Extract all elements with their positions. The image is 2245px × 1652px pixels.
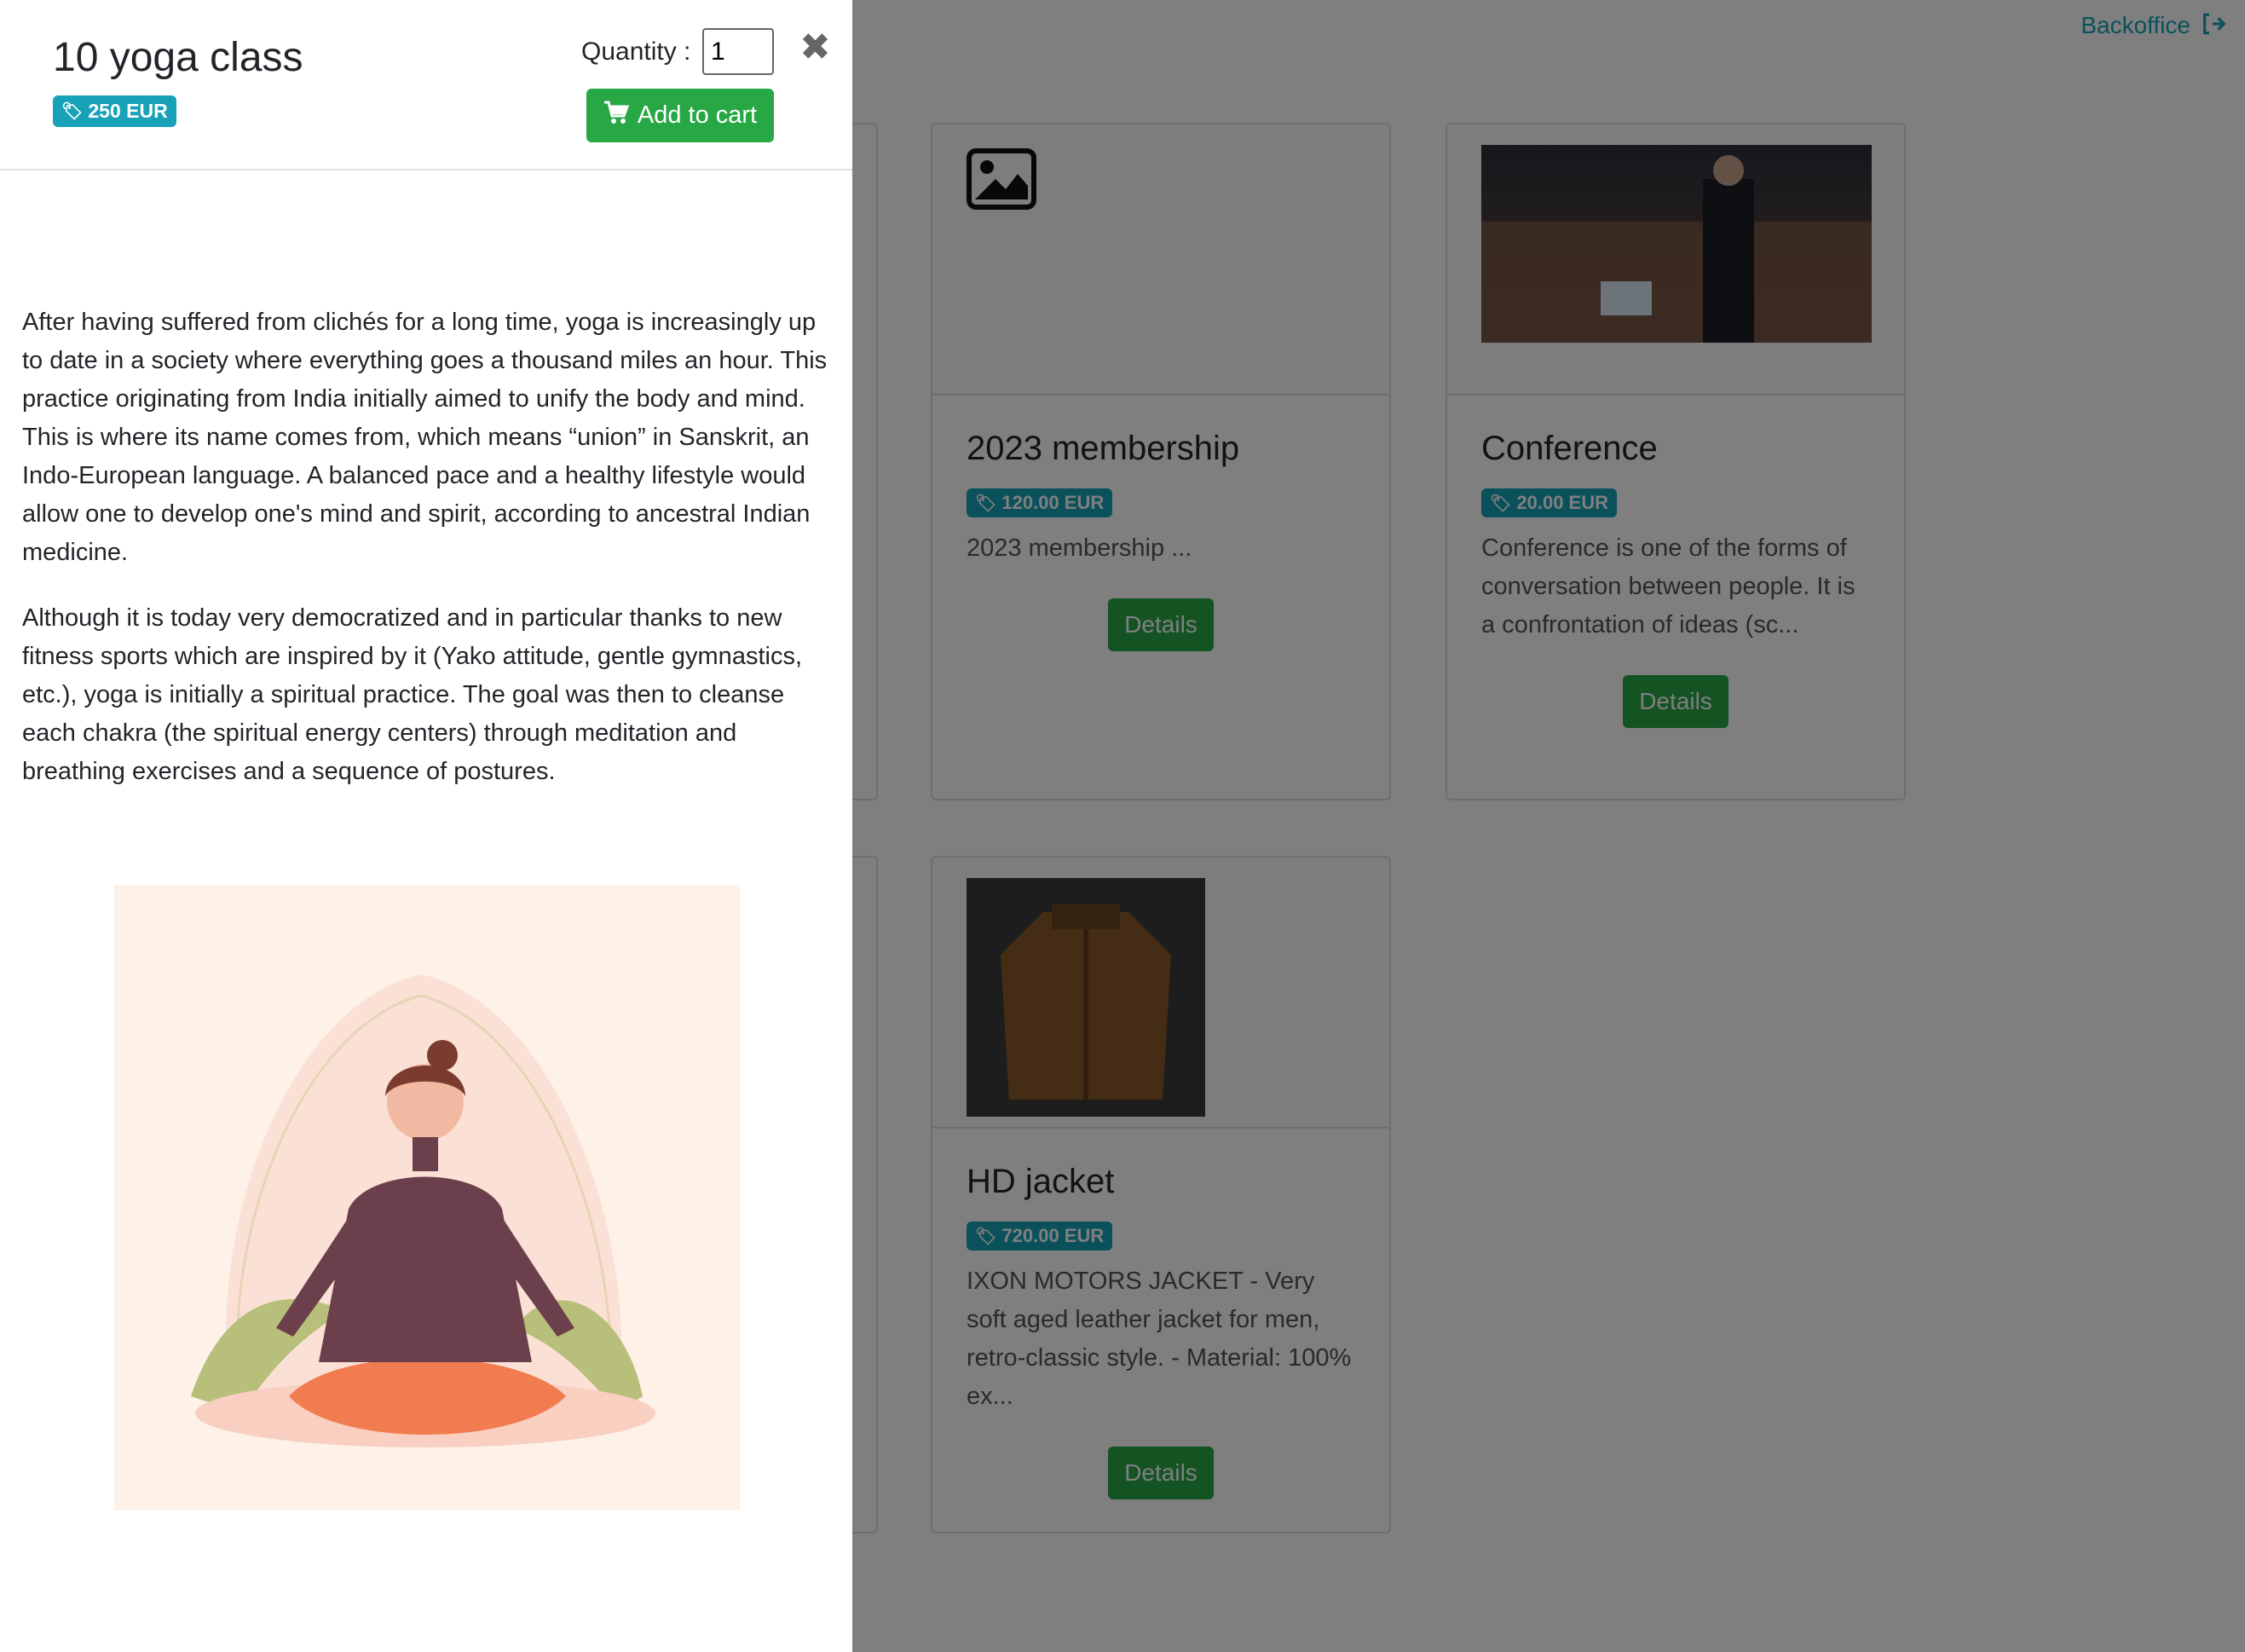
quantity-label: Quantity :	[581, 38, 691, 66]
yoga-meditation-illustration	[114, 885, 740, 1510]
product-title: 10 yoga class	[53, 35, 303, 80]
product-description: After having suffered from clichés for a…	[22, 303, 830, 791]
cart-icon	[603, 101, 630, 131]
panel-header: 10 yoga class 🏷250 EUR Quantity : ✖ Add …	[0, 0, 852, 170]
tag-icon: 🏷	[61, 102, 84, 121]
description-paragraph: Although it is today very democratized a…	[22, 604, 803, 785]
add-to-cart-button[interactable]: Add to cart	[586, 89, 774, 142]
price-badge: 🏷 250 EUR	[53, 95, 176, 127]
add-to-cart-label: Add to cart	[637, 101, 758, 129]
close-icon[interactable]: ✖	[799, 29, 831, 66]
product-detail-panel: 10 yoga class 🏷250 EUR Quantity : ✖ Add …	[0, 0, 852, 1652]
quantity-input[interactable]	[702, 28, 774, 75]
description-paragraph: After having suffered from clichés for a…	[22, 309, 828, 566]
